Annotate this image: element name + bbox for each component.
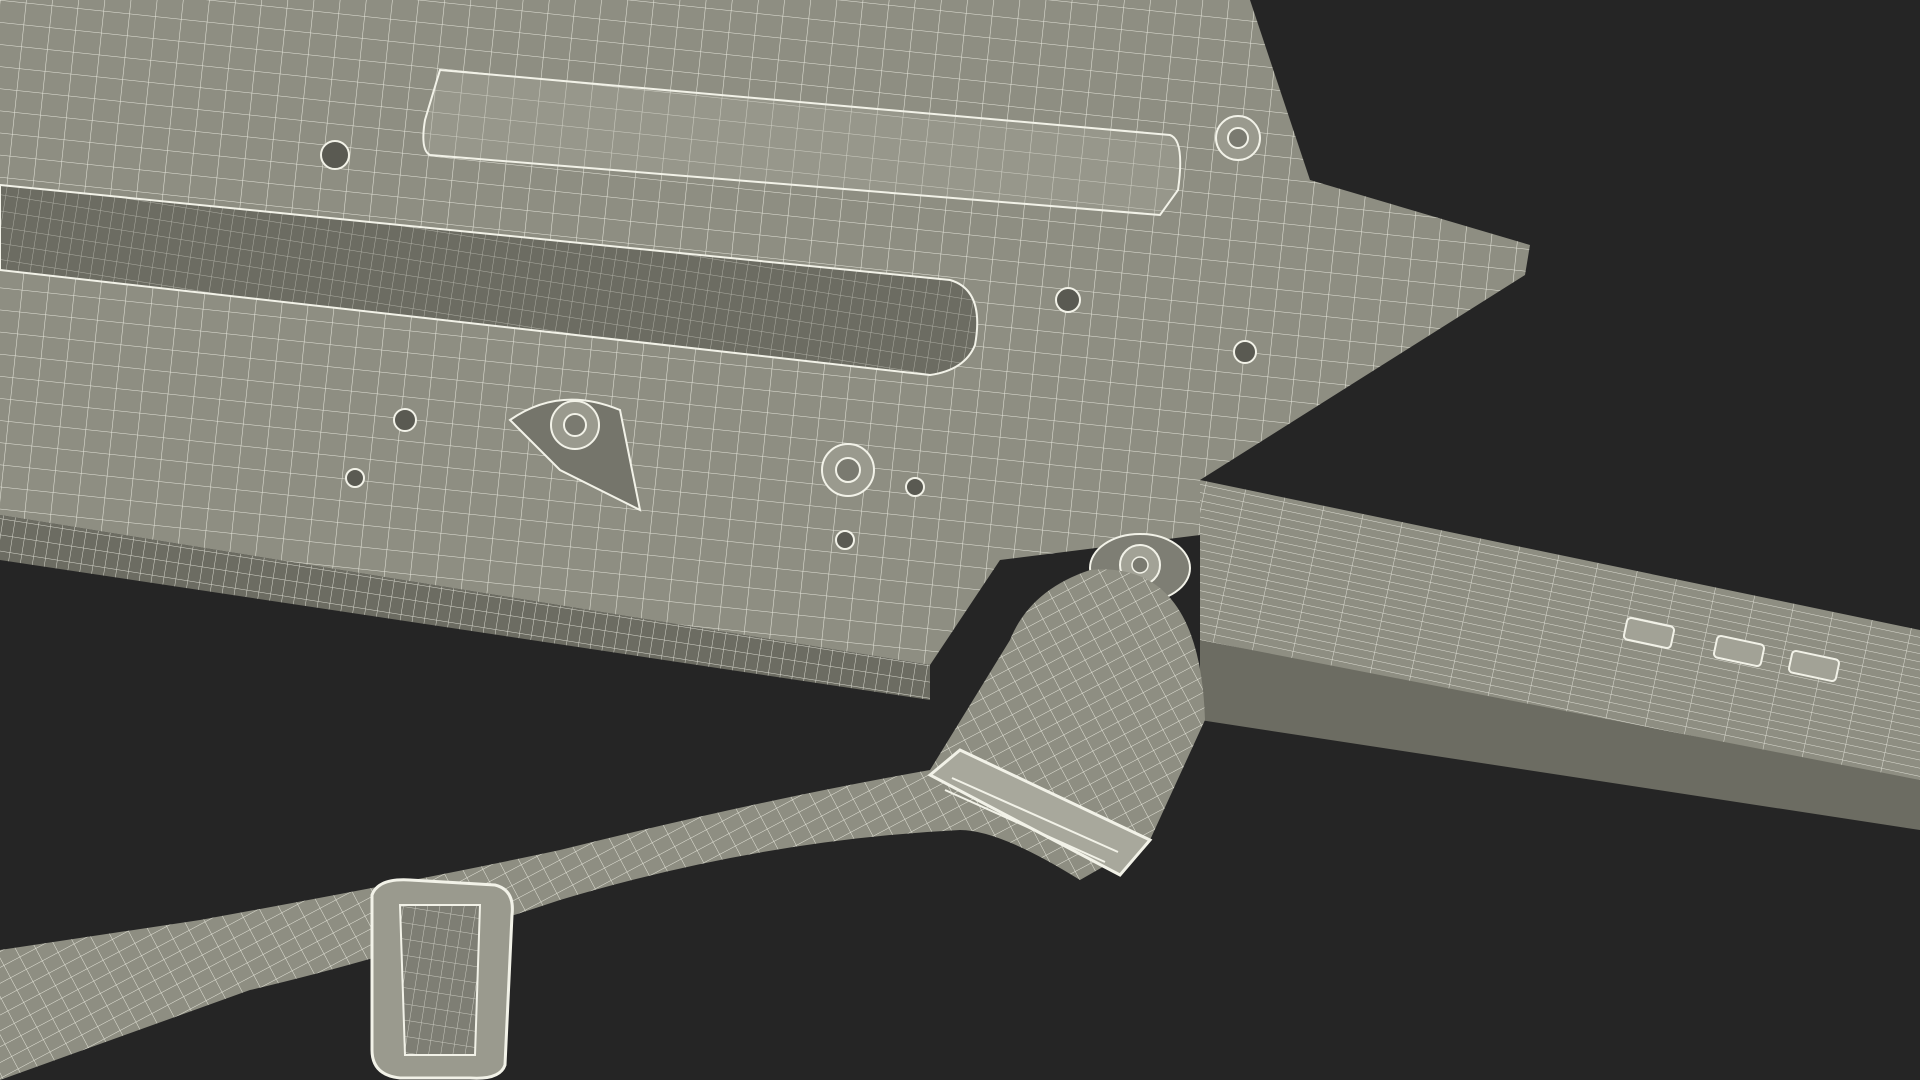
strap-slider (370, 878, 514, 1080)
render-viewport (0, 0, 1920, 1080)
keytar-neck (1200, 480, 1920, 830)
wireframe-scene (0, 0, 1920, 1080)
